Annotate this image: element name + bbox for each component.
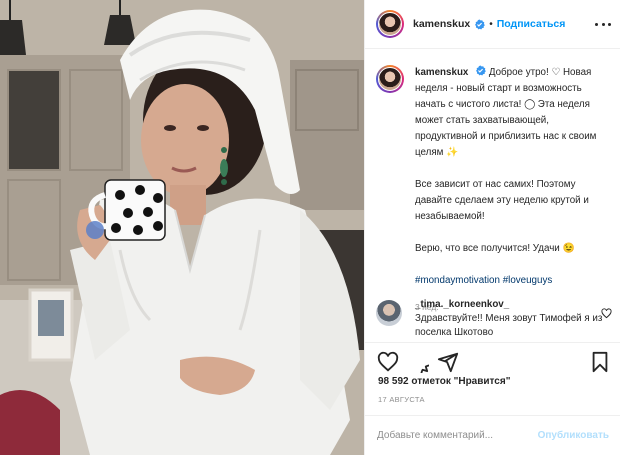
verified-badge-icon [476,65,486,76]
caption-text-1: Доброе утро! ♡ Новая неделя - новый стар… [415,67,597,158]
caption-author-avatar[interactable] [376,65,404,93]
caption-text-2: Все зависит от нас самих! Поэтому давайт… [415,179,589,222]
comments-section: kamenskux Доброе утро! ♡ Новая неделя - … [365,50,620,340]
publish-button[interactable]: Опубликовать [538,430,609,441]
post-photo[interactable] [0,0,364,455]
comment-input[interactable] [377,430,538,441]
page: kamenskux • Подписаться kamenskux Доброе… [0,0,620,455]
follow-button[interactable]: Подписаться [497,18,566,30]
comment-text: Здравствуйте!! Меня зовут Тимофей я из п… [415,313,603,338]
caption-hashtags: #mondaymotivation #loveuguys [415,273,612,289]
caption-username[interactable]: kamenskux [415,67,468,78]
header-separator: • [489,18,493,30]
post-date[interactable]: 17 АВГУСТА [378,395,425,404]
heart-icon[interactable] [377,351,399,373]
post-header: kamenskux • Подписаться [365,0,620,49]
hashtag-link[interactable]: #mondaymotivation [415,275,500,286]
comment-item: _tima._korneenkov_ Здравствуйте!! Меня з… [376,298,612,340]
post-photo-illustration [0,0,364,455]
author-username[interactable]: kamenskux [413,18,470,30]
comment-icon[interactable] [407,351,429,373]
bookmark-icon[interactable] [589,351,611,373]
verified-badge-icon [475,18,486,29]
post-sidebar: kamenskux • Подписаться kamenskux Доброе… [364,0,620,455]
commenter-avatar[interactable] [376,300,402,326]
add-comment-bar: Опубликовать [365,415,620,455]
likes-count[interactable]: 98 592 отметок "Нравится" [378,376,510,387]
caption-text-3: Верю, что все получится! Удачи 😉 [415,243,575,254]
more-options-icon[interactable] [595,17,611,31]
commenter-username[interactable]: _tima._korneenkov_ [415,299,509,310]
comment-like-icon[interactable] [601,308,612,319]
hashtag-link[interactable]: #loveuguys [503,275,553,286]
author-avatar[interactable] [376,10,404,38]
caption: kamenskux Доброе утро! ♡ Новая неделя - … [376,65,612,315]
post-modal: kamenskux • Подписаться kamenskux Доброе… [0,0,620,455]
share-icon[interactable] [437,351,459,373]
